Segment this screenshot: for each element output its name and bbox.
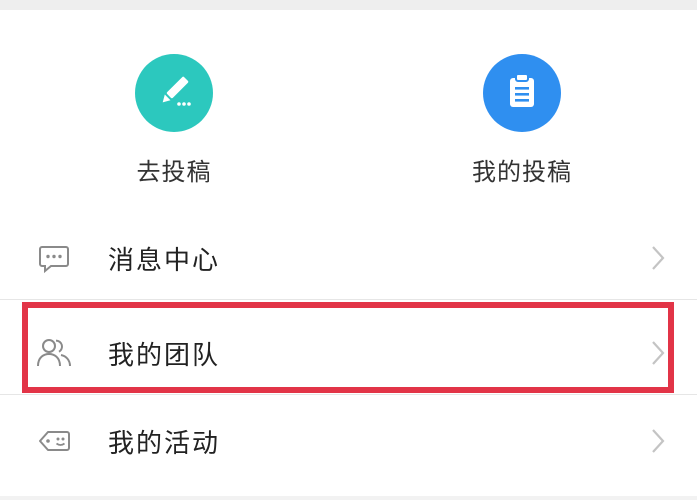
menu-label-my-activities: 我的活动 [108,428,221,459]
submit-circle [135,54,213,132]
submit-article-button[interactable]: 去投稿 [74,54,274,204]
my-articles-button[interactable]: 我的投稿 [422,54,622,204]
message-icon [34,238,74,278]
menu-item-my-team[interactable]: 我的团队 [0,312,697,394]
team-icon [34,333,74,373]
my-articles-circle [483,54,561,132]
top-strip [0,0,697,10]
menu-label-message-center: 消息中心 [108,245,221,276]
menu-item-my-activities[interactable]: 我的活动 [0,400,697,482]
submit-label: 去投稿 [136,158,212,186]
my-articles-label: 我的投稿 [472,158,572,186]
chevron-right-icon [648,426,668,456]
divider [0,394,697,395]
tag-icon [34,421,74,461]
chevron-right-icon [648,243,668,273]
menu-item-message-center[interactable]: 消息中心 [0,217,697,299]
clipboard-icon [502,71,542,115]
pencil-icon [153,70,195,116]
menu-label-my-team: 我的团队 [108,340,221,371]
chevron-right-icon [648,338,668,368]
menu-card: 去投稿 我的投稿 消息中心 我的团队 我的活动 [0,10,697,496]
divider [0,299,697,300]
